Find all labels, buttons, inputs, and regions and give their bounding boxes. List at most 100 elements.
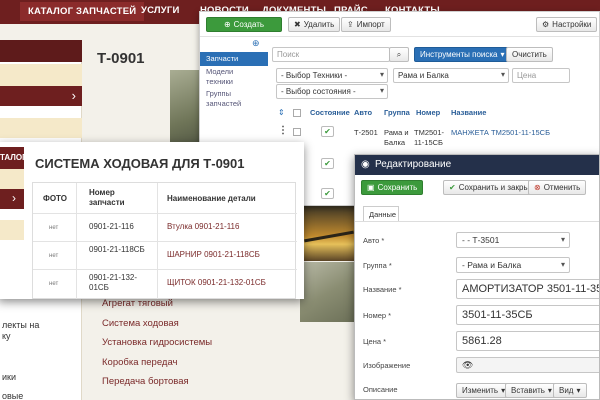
column-state[interactable]: Состояние	[310, 108, 350, 117]
create-button[interactable]: ⊕ Создать	[206, 17, 282, 32]
group-select[interactable]: - Рама и Балка	[456, 257, 570, 273]
select-all-checkbox[interactable]	[293, 109, 301, 117]
tab-divider	[355, 221, 599, 222]
row-name-link[interactable]: МАНЖЕТА ТМ2501-11-15СБ	[451, 128, 550, 138]
clear-button[interactable]: Очистить	[506, 47, 553, 62]
sidebar-item-models[interactable]: Модели техники	[200, 65, 268, 89]
left-menu-text[interactable]: ку	[2, 331, 11, 341]
cancel-button[interactable]: ⊗ Отменить	[528, 180, 587, 195]
caret-down-icon: ▾	[576, 386, 581, 395]
state-published-toggle[interactable]: ✔	[321, 188, 334, 199]
column-number[interactable]: Номер	[416, 108, 440, 117]
part-number: 0901-21-118СБ	[89, 245, 145, 254]
photo-none: нет	[49, 253, 59, 259]
link-final-drive[interactable]: Передача бортовая	[102, 376, 212, 396]
column-part-number: Номер запчасти	[89, 188, 125, 207]
equipment-select[interactable]: - Выбор Техники -	[276, 68, 388, 83]
part-number: 0901-21-116	[89, 222, 134, 231]
link-running-system[interactable]: Система ходовая	[102, 318, 212, 338]
link-traction-unit[interactable]: Агрегат тяговый	[102, 298, 212, 318]
search-tools-button[interactable]: Инструменты поиска ▾	[414, 47, 511, 62]
editor-insert-menu[interactable]: Вставить ▾	[505, 383, 558, 398]
editor-change-menu[interactable]: Изменить ▾	[456, 383, 512, 398]
nav-services[interactable]: УСЛУГИ	[141, 5, 180, 16]
machine-photo-yellow	[300, 205, 358, 261]
column-name[interactable]: Название	[451, 108, 486, 117]
parts-catalog-window: ТАЛОГ › СИСТЕМА ХОДОВАЯ ДЛЯ Т-0901 ФОТО …	[0, 142, 304, 299]
dialog-header: ◉ Редактирование	[355, 155, 599, 175]
row-checkbox[interactable]	[293, 128, 301, 136]
part-name-link[interactable]: ШАРНИР 0901-21-118СБ	[167, 250, 260, 260]
part-name-link[interactable]: Втулка 0901-21-116	[167, 222, 239, 232]
drag-handle-icon[interactable]: ⋮	[278, 125, 288, 136]
search-button[interactable]: ⌕	[389, 47, 409, 62]
link-hydraulic-system[interactable]: Установка гидросистемы	[102, 337, 212, 357]
state-published-toggle[interactable]: ✔	[321, 158, 334, 169]
row-auto: Т-2501	[354, 128, 378, 137]
screenshot-collage: КАТАЛОГ ЗАПЧАСТЕЙ УСЛУГИ НОВОСТИ ДОКУМЕН…	[0, 0, 600, 400]
photo-none: нет	[49, 225, 59, 231]
gear-icon: ⚙	[542, 20, 550, 29]
sort-icon[interactable]: ⇕	[278, 108, 285, 117]
column-auto[interactable]: Авто	[354, 108, 372, 117]
upload-icon: ⇪	[347, 20, 354, 29]
eye-icon[interactable]: 👁	[462, 360, 473, 370]
left-menu-item[interactable]	[0, 118, 82, 138]
side-menu-item[interactable]	[0, 169, 24, 189]
number-label: Номер *	[363, 311, 392, 320]
link-gearbox[interactable]: Коробка передач	[102, 357, 212, 377]
nav-parts-catalog[interactable]: КАТАЛОГ ЗАПЧАСТЕЙ	[20, 2, 145, 21]
side-menu-item-active[interactable]: ›	[0, 189, 24, 209]
delete-button[interactable]: ✖ Удалить	[288, 17, 341, 32]
group-label: Группа *	[363, 261, 392, 270]
row-number: ТМ2501-11-15СБ	[414, 128, 445, 147]
price-input[interactable]: Цена	[512, 68, 570, 83]
left-menu-header	[0, 40, 82, 62]
save-button[interactable]: ▣ Сохранить	[361, 180, 424, 195]
check-icon: ✔	[324, 127, 331, 136]
state-select[interactable]: - Выбор состояния -	[276, 84, 388, 99]
tab-data[interactable]: Данные	[363, 206, 399, 222]
column-group[interactable]: Группа	[384, 108, 410, 117]
name-label: Название *	[363, 285, 402, 294]
search-icon: ⌕	[396, 49, 402, 59]
left-menu-item-active[interactable]: ›	[0, 86, 82, 106]
side-menu-item[interactable]	[0, 220, 24, 240]
toolbar-divider	[200, 36, 599, 37]
part-group-links: Агрегат тяговый Система ходовая Установк…	[102, 298, 212, 396]
image-label: Изображение	[363, 361, 411, 370]
sidebar-item-parts[interactable]: Запчасти	[200, 52, 268, 66]
part-name-link[interactable]: ЩИТОК 0901-21-132-01СБ	[167, 278, 266, 288]
chevron-right-icon: ›	[71, 88, 76, 103]
price-input[interactable]: 5861.28	[456, 331, 599, 351]
search-input[interactable]: Поиск	[272, 47, 390, 62]
left-menu-text[interactable]: лекты на	[2, 320, 39, 330]
record-icon: ◉	[361, 159, 370, 170]
editor-view-menu[interactable]: Вид ▾	[553, 383, 587, 398]
state-published-toggle[interactable]: ✔	[321, 126, 334, 137]
cancel-icon: ⊗	[534, 183, 541, 192]
left-menu-text[interactable]: ики	[2, 372, 16, 382]
sidebar-item-part-groups[interactable]: Группы запчастей	[200, 87, 268, 111]
catalog-title: СИСТЕМА ХОДОВАЯ ДЛЯ Т-0901	[35, 156, 245, 171]
auto-label: Авто *	[363, 236, 385, 245]
image-field[interactable]: 👁	[456, 357, 599, 373]
left-menu-text[interactable]: овые	[2, 391, 23, 400]
parts-table: ФОТО Номер запчасти Наименование детали …	[32, 182, 297, 299]
group-select[interactable]: Рама и Балка	[393, 68, 509, 83]
dialog-title: Редактирование	[375, 159, 452, 170]
description-label: Описание	[363, 385, 398, 394]
name-input[interactable]: АМОРТИЗАТОР 3501-11-35СБ	[456, 279, 599, 299]
row-group: Рама и Балка	[384, 128, 409, 147]
import-button[interactable]: ⇪ Импорт	[341, 17, 391, 32]
check-icon: ✔	[324, 159, 331, 168]
column-part-name: Наименование детали	[167, 194, 256, 203]
number-input[interactable]: 3501-11-35СБ	[456, 305, 599, 325]
machine-photo-field	[300, 262, 358, 322]
caret-down-icon: ▾	[500, 50, 505, 59]
settings-button[interactable]: ⚙ Настройки	[536, 17, 598, 32]
part-number: 0901-21-132-01СБ	[89, 273, 138, 292]
left-menu-item[interactable]	[0, 64, 82, 86]
auto-select[interactable]: - - Т-3501	[456, 232, 570, 248]
edit-part-dialog: ◉ Редактирование ▣ Сохранить ✔ Сохранить и…	[354, 154, 600, 400]
